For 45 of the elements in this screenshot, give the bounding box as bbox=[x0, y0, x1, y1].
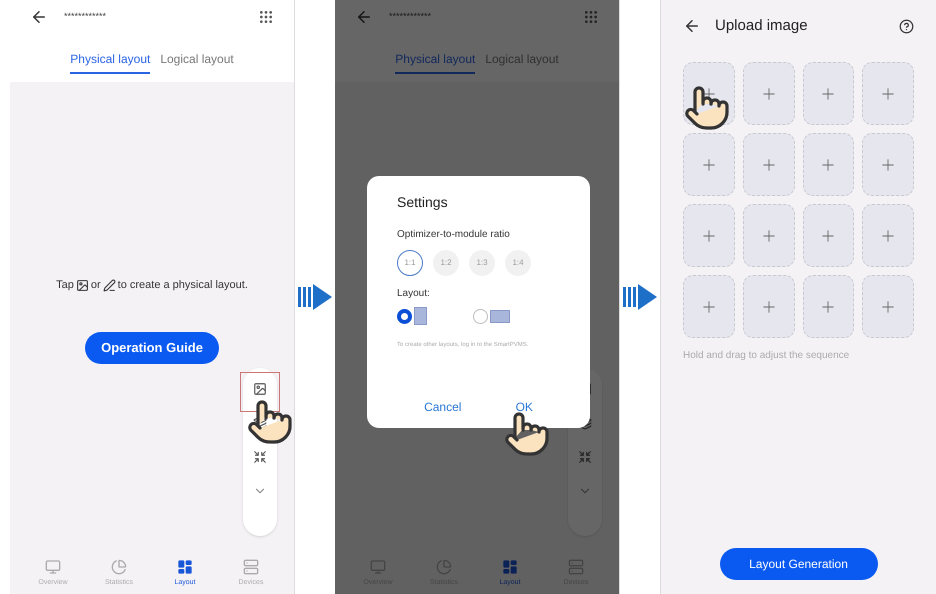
hint-text: or bbox=[90, 278, 101, 293]
landscape-module-icon bbox=[490, 310, 510, 322]
pie-chart-icon bbox=[111, 559, 127, 576]
grid-icon[interactable] bbox=[258, 9, 274, 25]
ratio-option[interactable]: 1:1 bbox=[397, 250, 423, 276]
hand-pointer-icon bbox=[683, 84, 731, 132]
dialog-button[interactable]: OK bbox=[506, 398, 543, 416]
image-icon[interactable] bbox=[253, 382, 267, 396]
ratio-option[interactable]: 1:3 bbox=[469, 250, 495, 276]
dialog-title: Settings bbox=[397, 193, 449, 212]
back-icon[interactable] bbox=[30, 8, 48, 26]
arrow-icon bbox=[623, 284, 657, 310]
page-title: Upload image bbox=[715, 16, 809, 36]
pen-icon bbox=[102, 278, 116, 292]
tab[interactable]: Logical layout bbox=[160, 50, 234, 74]
layout-label: Layout: bbox=[397, 287, 431, 301]
hint-text: Tap bbox=[56, 278, 74, 293]
shrink-icon[interactable] bbox=[253, 450, 267, 464]
monitor-icon bbox=[370, 559, 386, 576]
pie-chart-icon bbox=[436, 559, 452, 576]
back-icon[interactable] bbox=[683, 17, 701, 35]
tab[interactable]: Physical layout bbox=[70, 50, 150, 74]
ratio-option[interactable]: 1:2 bbox=[433, 250, 459, 276]
ratio-option[interactable]: 1:4 bbox=[505, 250, 531, 276]
layout-generation-button[interactable]: Layout Generation bbox=[720, 548, 878, 580]
operation-guide-button[interactable]: Operation Guide bbox=[85, 332, 219, 364]
dialog-button[interactable]: Cancel bbox=[414, 398, 472, 416]
portrait-module-icon bbox=[414, 307, 427, 325]
tab[interactable]: Physical layout bbox=[395, 50, 476, 74]
server-icon bbox=[568, 559, 584, 576]
ratio-label: Optimizer-to-module ratio bbox=[397, 228, 511, 242]
site-title: ************ bbox=[389, 10, 432, 24]
site-title: ************ bbox=[64, 10, 108, 24]
dashboard-icon bbox=[177, 559, 193, 576]
help-icon[interactable] bbox=[899, 18, 914, 34]
hint-text: to create a physical layout. bbox=[118, 278, 248, 293]
dashboard-icon bbox=[502, 559, 518, 576]
hand-pointer-icon bbox=[246, 398, 294, 446]
arrow-icon bbox=[298, 284, 332, 310]
hint-text: Hold and drag to adjust the sequence bbox=[683, 349, 850, 363]
radio-button[interactable] bbox=[473, 308, 488, 324]
monitor-icon bbox=[45, 559, 61, 576]
image-icon bbox=[76, 278, 89, 292]
server-icon bbox=[243, 559, 259, 576]
hand-pointer-icon bbox=[503, 410, 551, 458]
